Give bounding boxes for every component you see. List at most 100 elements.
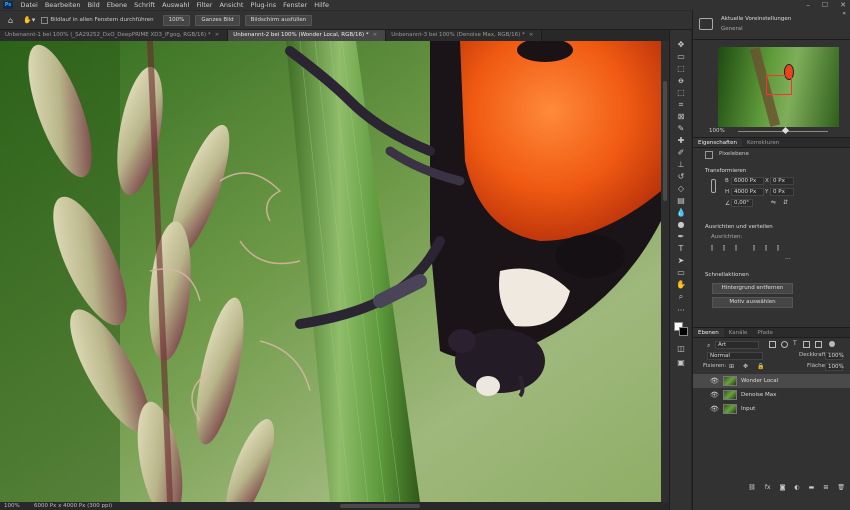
dodge-tool-icon[interactable]: ● bbox=[676, 220, 686, 230]
new-adjustment-icon[interactable]: ◐ bbox=[794, 484, 799, 494]
flip-vertical-icon[interactable]: ⇵ bbox=[783, 199, 788, 206]
eyedropper-tool-icon[interactable]: ✎ bbox=[676, 124, 686, 134]
layer-filter-select[interactable]: Art bbox=[715, 341, 759, 349]
filter-adjust-icon[interactable] bbox=[781, 341, 788, 348]
menu-auswahl[interactable]: Auswahl bbox=[159, 0, 193, 10]
quick-mask-icon[interactable]: ◫ bbox=[676, 344, 686, 354]
menu-ebene[interactable]: Ebene bbox=[103, 0, 130, 10]
frame-tool-icon[interactable]: ⊠ bbox=[676, 112, 686, 122]
shape-tool-icon[interactable]: ▭ bbox=[676, 268, 686, 278]
scrollbar-thumb[interactable] bbox=[663, 81, 667, 201]
type-tool-icon[interactable]: T bbox=[676, 244, 686, 254]
clone-stamp-tool-icon[interactable]: ⊥ bbox=[676, 160, 686, 170]
blur-tool-icon[interactable]: 💧 bbox=[676, 208, 686, 218]
layer-row-wonder-local[interactable]: 👁 Wonder Local bbox=[693, 374, 850, 388]
tab-unbenannt-1[interactable]: Unbenannt-1 bei 100% (_SA29252_DxO_DeepP… bbox=[0, 30, 229, 41]
more-align-icon[interactable]: ··· bbox=[785, 256, 791, 263]
menu-bild[interactable]: Bild bbox=[84, 0, 103, 10]
hand-tool-icon[interactable]: ✋ bbox=[676, 280, 686, 290]
menu-hilfe[interactable]: Hilfe bbox=[311, 0, 333, 10]
filter-shape-icon[interactable] bbox=[803, 341, 810, 348]
layer-row-denoise-max[interactable]: 👁 Denoise Max bbox=[693, 388, 850, 402]
status-zoom[interactable]: 100% bbox=[0, 502, 30, 510]
add-mask-icon[interactable]: ◙ bbox=[780, 484, 786, 494]
align-left-icon[interactable]: ⫿ bbox=[711, 245, 713, 253]
transform-section-title[interactable]: Transformieren bbox=[693, 166, 746, 176]
blend-mode-select[interactable]: Normal bbox=[707, 352, 763, 360]
navigator-view-box[interactable] bbox=[766, 75, 792, 95]
menu-ansicht[interactable]: Ansicht bbox=[216, 0, 247, 10]
move-tool-icon[interactable]: ✥ bbox=[676, 40, 686, 50]
flip-horizontal-icon[interactable]: ⇋ bbox=[771, 199, 776, 206]
marquee-tool-icon[interactable]: ⬚ bbox=[676, 64, 686, 74]
menu-bearbeiten[interactable]: Bearbeiten bbox=[41, 0, 84, 10]
status-doc-info[interactable]: 6000 Px x 4000 Px (300 ppi) bbox=[34, 502, 112, 510]
layer-visibility-eye-icon[interactable]: 👁 bbox=[710, 402, 719, 416]
screen-mode-icon[interactable]: ▣ bbox=[676, 358, 686, 368]
opacity-input[interactable]: 100% bbox=[825, 352, 844, 360]
brush-tool-icon[interactable]: ✐ bbox=[676, 148, 686, 158]
lock-position-icon[interactable]: ✥ bbox=[743, 363, 748, 370]
link-proportions-icon[interactable] bbox=[711, 179, 716, 193]
align-right-icon[interactable]: ⫿ bbox=[735, 245, 737, 253]
layer-visibility-eye-icon[interactable]: 👁 bbox=[710, 374, 719, 388]
tab-paths[interactable]: Pfade bbox=[752, 328, 778, 337]
history-brush-tool-icon[interactable]: ↺ bbox=[676, 172, 686, 182]
gradient-tool-icon[interactable]: ▤ bbox=[676, 196, 686, 206]
navigator-thumbnail[interactable] bbox=[718, 47, 839, 127]
tab-adjustments[interactable]: Korrekturen bbox=[742, 138, 784, 147]
tab-unbenannt-2[interactable]: Unbenannt-2 bei 100% (Wonder Local, RGB/… bbox=[228, 30, 387, 41]
tab-channels[interactable]: Kanäle bbox=[724, 328, 753, 337]
path-select-tool-icon[interactable]: ➤ bbox=[676, 256, 686, 266]
zoom-tool-icon[interactable]: ⌕ bbox=[676, 292, 686, 302]
minimize-icon[interactable]: – bbox=[806, 0, 810, 10]
eraser-tool-icon[interactable]: ◇ bbox=[676, 184, 686, 194]
tab-properties[interactable]: Eigenschaften bbox=[693, 138, 742, 147]
filter-pixel-icon[interactable] bbox=[769, 341, 776, 348]
lasso-tool-icon[interactable]: ꝋ bbox=[676, 76, 686, 86]
tab-layers[interactable]: Ebenen bbox=[693, 328, 724, 337]
align-top-icon[interactable]: ⫿ bbox=[753, 245, 755, 253]
maximize-icon[interactable]: ☐ bbox=[822, 0, 828, 10]
healing-brush-tool-icon[interactable]: ✚ bbox=[676, 136, 686, 146]
canvas-horizontal-scrollbar[interactable] bbox=[340, 504, 420, 508]
select-subject-button[interactable]: Motiv auswählen bbox=[712, 297, 793, 308]
filter-smart-icon[interactable] bbox=[815, 341, 822, 348]
zoom-100-button[interactable]: 100% bbox=[162, 14, 191, 26]
y-input[interactable]: 0 Px bbox=[770, 188, 794, 196]
remove-background-button[interactable]: Hintergrund entfernen bbox=[712, 283, 793, 294]
align-center-h-icon[interactable]: ⫿ bbox=[723, 245, 725, 253]
artboard-tool-icon[interactable]: ▭ bbox=[676, 52, 686, 62]
fill-screen-button[interactable]: Bildschirm ausfüllen bbox=[244, 14, 313, 26]
fill-input[interactable]: 100% bbox=[825, 363, 844, 371]
scroll-all-checkbox[interactable] bbox=[41, 16, 49, 24]
tab-unbenannt-3[interactable]: Unbenannt-3 bei 100% (Denoise Max, RGB/1… bbox=[386, 30, 543, 41]
more-tools-icon[interactable]: ··· bbox=[676, 306, 686, 316]
preset-icon[interactable] bbox=[699, 18, 713, 30]
crop-tool-icon[interactable]: ⌗ bbox=[676, 100, 686, 110]
hand-tool-preset-icon[interactable]: ✋▾ bbox=[23, 16, 35, 24]
angle-input[interactable]: 0,00° bbox=[731, 199, 753, 207]
tab-close-icon[interactable]: × bbox=[529, 32, 534, 38]
width-input[interactable]: 6000 Px bbox=[731, 177, 764, 185]
lock-all-icon[interactable]: 🔒 bbox=[757, 363, 764, 370]
tab-close-icon[interactable]: × bbox=[215, 32, 220, 38]
menu-fenster[interactable]: Fenster bbox=[280, 0, 311, 10]
height-input[interactable]: 4000 Px bbox=[731, 188, 764, 196]
layer-style-icon[interactable]: fx bbox=[765, 484, 771, 494]
pen-tool-icon[interactable]: ✒ bbox=[676, 232, 686, 242]
new-layer-icon[interactable]: ⊞ bbox=[823, 484, 828, 494]
filter-toggle-icon[interactable] bbox=[829, 341, 835, 347]
menu-schrift[interactable]: Schrift bbox=[131, 0, 159, 10]
align-section-title[interactable]: Ausrichten und verteilen bbox=[693, 222, 773, 232]
layer-visibility-eye-icon[interactable]: 👁 bbox=[710, 388, 719, 402]
menu-filter[interactable]: Filter bbox=[193, 0, 216, 10]
navigator-slider-thumb[interactable] bbox=[781, 126, 790, 135]
tab-close-icon[interactable]: × bbox=[373, 32, 378, 38]
panel-collapse-icon[interactable]: « bbox=[842, 10, 846, 17]
home-icon[interactable]: ⌂ bbox=[8, 16, 13, 25]
close-window-icon[interactable]: ✕ bbox=[840, 0, 846, 10]
filter-type-icon[interactable]: T bbox=[793, 340, 797, 347]
x-input[interactable]: 0 Px bbox=[770, 177, 794, 185]
new-group-icon[interactable]: ▬ bbox=[809, 484, 815, 494]
